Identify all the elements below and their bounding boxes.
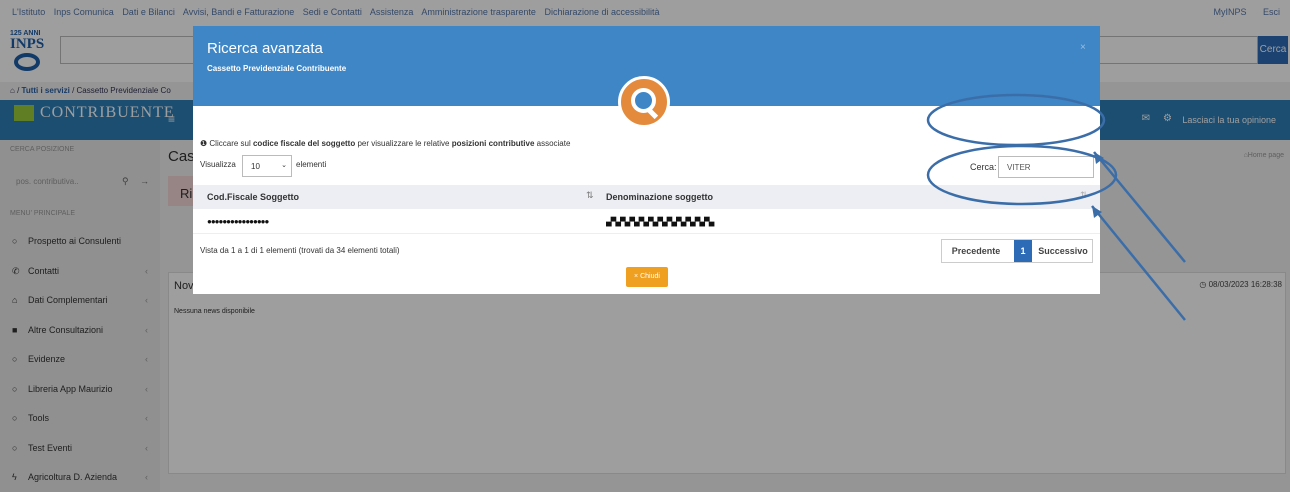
modal-close-icon[interactable]: × bbox=[1080, 42, 1086, 53]
table-search-input[interactable]: VITER bbox=[998, 156, 1094, 178]
modal-subtitle: Cassetto Previdenziale Contribuente bbox=[207, 64, 347, 73]
info-bold-text: posizioni contributive bbox=[451, 139, 535, 148]
table-info-text: Vista da 1 a 1 di 1 elementi (trovati da… bbox=[200, 246, 400, 255]
info-bold-text: codice fiscale del soggetto bbox=[252, 139, 356, 148]
pagination-page-1[interactable]: 1 bbox=[1014, 240, 1032, 262]
page-size-label: Visualizza bbox=[200, 160, 236, 169]
sort-icon[interactable]: ⇅ bbox=[1080, 190, 1088, 201]
info-text: Cliccare sul bbox=[209, 139, 253, 148]
page-size-select[interactable]: 10 ⌄ bbox=[242, 155, 292, 177]
sort-icon[interactable]: ⇅ bbox=[586, 190, 594, 201]
page-size-value: 10 bbox=[251, 162, 260, 171]
redacted-codice-fiscale[interactable]: ●●●●●●●●●●●●●●●● bbox=[207, 217, 269, 226]
info-icon: ❶ bbox=[200, 139, 208, 148]
column-header-denominazione[interactable]: Denominazione soggetto bbox=[606, 192, 713, 202]
redacted-denominazione: ▄▀▄▀▄▀▄▀▄▀▄▀▄▀▄▀▄▀▄▀▄▀▄ bbox=[606, 217, 714, 226]
chevron-down-icon: ⌄ bbox=[281, 162, 287, 169]
pagination-next[interactable]: Successivo bbox=[1034, 240, 1092, 262]
pagination: Precedente 1 Successivo bbox=[941, 239, 1093, 263]
magnifier-icon bbox=[618, 76, 670, 128]
close-button[interactable]: × Chiudi bbox=[626, 267, 668, 287]
modal-instructions: ❶ Cliccare sul codice fiscale del sogget… bbox=[200, 139, 570, 148]
column-header-codice-fiscale[interactable]: Cod.Fiscale Soggetto bbox=[207, 192, 299, 202]
table-search-label: Cerca: bbox=[970, 162, 997, 172]
table-search-value: VITER bbox=[1007, 163, 1031, 172]
info-text: associate bbox=[534, 139, 571, 148]
modal-title: Ricerca avanzata bbox=[207, 40, 323, 57]
page-size-suffix: elementi bbox=[296, 160, 327, 169]
pagination-previous[interactable]: Precedente bbox=[942, 240, 1010, 262]
info-text: per visualizzare le relative bbox=[355, 139, 452, 148]
